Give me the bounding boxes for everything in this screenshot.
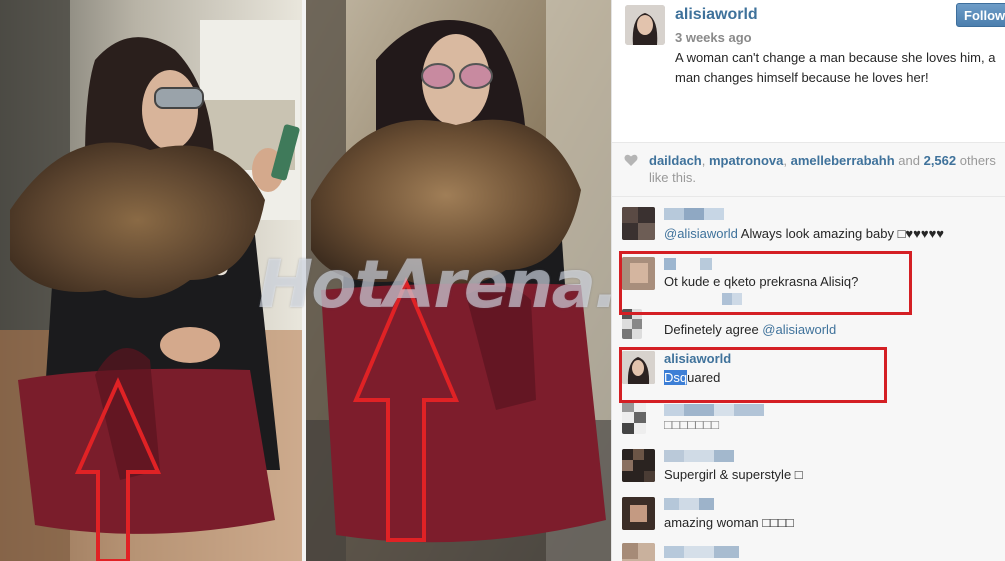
comment-avatar[interactable]	[622, 497, 655, 530]
heart-icon[interactable]	[624, 153, 638, 167]
post-username[interactable]: alisiaworld	[675, 6, 758, 24]
comment-text-rest: uared	[687, 370, 721, 385]
liker-link[interactable]: mpatronova	[709, 153, 783, 168]
pixelated-username	[664, 545, 754, 558]
comment-avatar[interactable]	[622, 449, 655, 482]
comment-avatar-image	[622, 257, 655, 290]
comment-avatar-image	[622, 543, 655, 561]
comment-avatar[interactable]	[622, 257, 655, 290]
post-caption: A woman can't change a man because she l…	[675, 50, 996, 85]
post-timestamp[interactable]: 3 weeks ago	[675, 30, 752, 45]
photo-right: VISD	[306, 0, 611, 561]
follow-button[interactable]: Follow	[956, 3, 1005, 27]
likes-and: and	[894, 153, 924, 168]
post-photo[interactable]: OVISO	[0, 0, 611, 561]
list-item: □□□□□□□	[612, 401, 1005, 441]
comment-avatar-image	[622, 401, 646, 434]
likes-section: daildach, mpatronova, amelleberrabahh an…	[612, 142, 1005, 197]
comment-text: □□□□□□□	[664, 417, 719, 432]
pixelated-username	[664, 257, 724, 270]
list-item: @alisiaworld Always look amazing baby □♥…	[612, 205, 1005, 245]
comment-text: Dsquared	[664, 370, 720, 385]
pixelated-username	[664, 449, 754, 462]
photo-left-illustration: OVISO	[0, 0, 302, 561]
comments-list: @alisiaworld Always look amazing baby □♥…	[612, 197, 1005, 561]
comment-avatar-image	[622, 207, 655, 240]
comment-avatar-image	[622, 309, 642, 339]
comment-avatar[interactable]	[622, 207, 655, 240]
pixelated-username	[664, 497, 724, 510]
comment-text-rest: Definetely agree	[664, 322, 763, 337]
list-item: alisiaworld Dsquared	[612, 349, 1005, 393]
liker-link[interactable]: daildach	[649, 153, 702, 168]
comment-avatar-image	[622, 351, 655, 384]
post-sidebar: alisiaworld 3 weeks ago A woman can't ch…	[611, 0, 1005, 561]
comment-avatar-image	[622, 497, 655, 530]
avatar-image	[625, 5, 665, 45]
likes-text: daildach, mpatronova, amelleberrabahh an…	[649, 152, 999, 186]
comment-avatar-image	[622, 449, 655, 482]
comment-text: Ot kude e qketo prekrasna Alisiq?	[664, 274, 859, 289]
comment-username[interactable]: alisiaworld	[664, 351, 731, 366]
selected-text: Dsq	[664, 370, 688, 385]
comment-text: Supergirl & superstyle □	[664, 467, 803, 482]
list-item	[612, 541, 1005, 561]
comment-text: amazing woman □□□□	[664, 515, 794, 530]
pixelated-overlay	[722, 292, 752, 305]
comment-avatar[interactable]	[622, 543, 655, 561]
comment-avatar[interactable]	[622, 401, 646, 434]
mention-link[interactable]: @alisiaworld	[664, 226, 738, 241]
post-header: alisiaworld 3 weeks ago A woman can't ch…	[612, 0, 1005, 142]
list-item: Ot kude e qketo prekrasna Alisiq?	[612, 255, 1005, 305]
photo-right-illustration: VISD	[306, 0, 611, 561]
comment-avatar[interactable]	[622, 351, 655, 384]
likes-separator: ,	[701, 153, 709, 168]
comment-text: Definetely agree @alisiaworld	[664, 322, 836, 337]
comment-avatar[interactable]	[622, 309, 642, 339]
likes-separator: ,	[783, 153, 791, 168]
photo-left: OVISO	[0, 0, 302, 561]
list-item: amazing woman □□□□	[612, 495, 1005, 535]
mention-link[interactable]: @alisiaworld	[762, 322, 836, 337]
list-item: Definetely agree @alisiaworld	[612, 309, 1005, 339]
comment-text: @alisiaworld Always look amazing baby □♥…	[664, 226, 944, 241]
list-item: Supergirl & superstyle □	[612, 447, 1005, 487]
avatar[interactable]	[625, 5, 665, 45]
likes-count[interactable]: 2,562	[924, 153, 957, 168]
pixelated-username	[664, 403, 774, 416]
comment-text-rest: Always look amazing baby □♥♥♥♥♥	[737, 226, 945, 241]
pixelated-username	[664, 207, 724, 220]
liker-link[interactable]: amelleberrabahh	[791, 153, 895, 168]
